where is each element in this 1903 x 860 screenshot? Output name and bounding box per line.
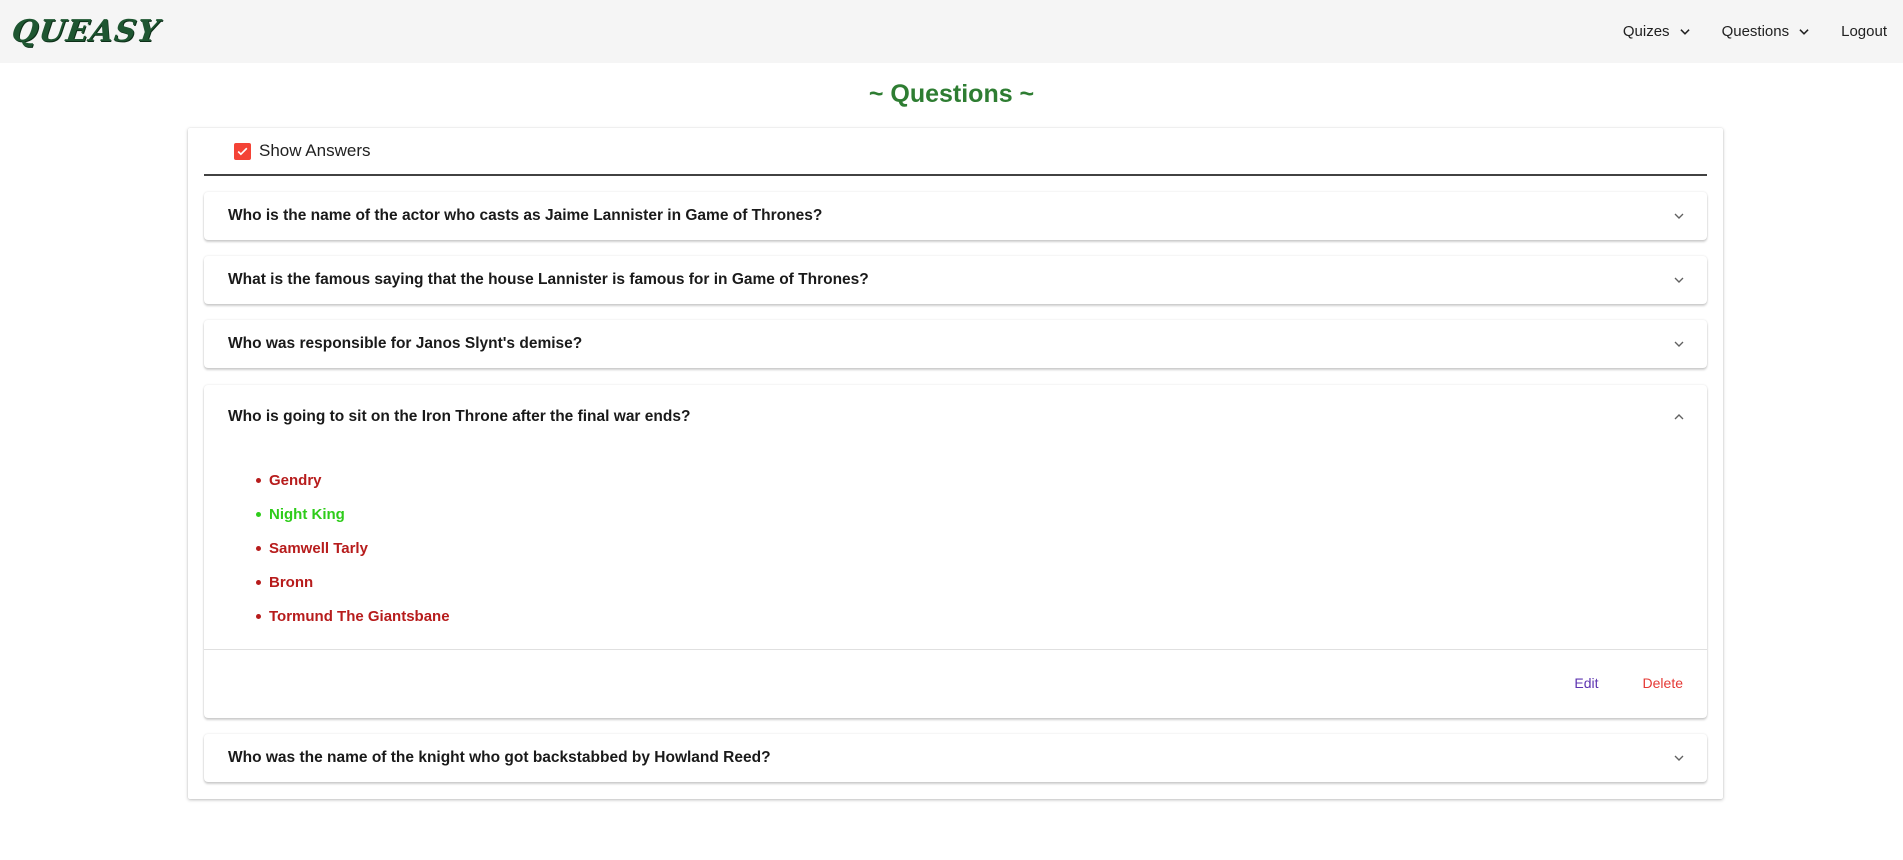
- top-app-bar: QUEASY Quizes Questions Logout: [0, 0, 1903, 63]
- nav-questions-label: Questions: [1721, 23, 1790, 40]
- answer-text: Gendry: [269, 471, 322, 489]
- nav-questions-menu[interactable]: Questions: [1722, 23, 1812, 40]
- question-panel[interactable]: Who was the name of the knight who got b…: [204, 734, 1707, 782]
- answer-text: Samwell Tarly: [269, 539, 368, 557]
- chevron-down-icon: [1671, 336, 1687, 352]
- answer-item: Tormund The Giantsbane: [256, 599, 1707, 633]
- nav-logout-link[interactable]: Logout: [1841, 23, 1887, 40]
- bullet-icon: [256, 613, 261, 619]
- bullet-icon: [256, 477, 261, 483]
- question-panel-expanded[interactable]: Who is going to sit on the Iron Throne a…: [204, 385, 1707, 718]
- chevron-down-icon: [1671, 208, 1687, 224]
- nav-quizes-label: Quizes: [1622, 23, 1670, 40]
- question-text: Who is going to sit on the Iron Throne a…: [228, 408, 691, 425]
- question-text: Who is the name of the actor who casts a…: [228, 207, 823, 224]
- question-text: What is the famous saying that the house…: [228, 271, 869, 288]
- question-panel[interactable]: What is the famous saying that the house…: [204, 256, 1707, 304]
- nav-quizes-menu[interactable]: Quizes: [1623, 23, 1692, 40]
- bullet-icon: [256, 545, 261, 551]
- answer-item: Bronn: [256, 565, 1707, 599]
- actions-divider: [204, 649, 1707, 650]
- answer-item: Gendry: [256, 463, 1707, 497]
- question-header[interactable]: Who was responsible for Janos Slynt's de…: [204, 320, 1707, 368]
- edit-button[interactable]: Edit: [1574, 675, 1598, 691]
- question-actions: Edit Delete: [1530, 675, 1683, 691]
- app-logo[interactable]: QUEASY: [10, 14, 162, 49]
- question-panel[interactable]: Who was responsible for Janos Slynt's de…: [204, 320, 1707, 368]
- question-header[interactable]: Who is going to sit on the Iron Throne a…: [204, 385, 1707, 449]
- answer-text: Tormund The Giantsbane: [269, 607, 450, 625]
- show-answers-checkbox[interactable]: [234, 142, 251, 160]
- answer-item: Samwell Tarly: [256, 531, 1707, 565]
- checkmark-icon: [237, 147, 248, 155]
- bullet-icon: [256, 579, 261, 585]
- main-nav: Quizes Questions Logout: [1593, 23, 1887, 40]
- chevron-down-icon: [1678, 25, 1692, 39]
- delete-button[interactable]: Delete: [1643, 675, 1683, 691]
- chevron-down-icon: [1671, 272, 1687, 288]
- page-title: ~ Questions ~: [868, 80, 1035, 108]
- chevron-down-icon: [1671, 750, 1687, 766]
- questions-card: Show Answers Who is the name of the acto…: [188, 128, 1723, 799]
- chevron-down-icon: [1797, 25, 1811, 39]
- show-answers-label: Show Answers: [259, 141, 371, 160]
- nav-logout-label: Logout: [1841, 23, 1887, 40]
- chevron-up-icon: [1671, 409, 1687, 425]
- answer-item-correct: Night King: [256, 497, 1707, 531]
- question-header[interactable]: Who was the name of the knight who got b…: [204, 734, 1707, 782]
- show-answers-toggle-row: Show Answers: [204, 128, 1707, 176]
- answer-text: Bronn: [269, 573, 314, 591]
- question-header[interactable]: Who is the name of the actor who casts a…: [204, 192, 1707, 240]
- question-text: Who was the name of the knight who got b…: [228, 749, 771, 766]
- question-text: Who was responsible for Janos Slynt's de…: [228, 335, 583, 352]
- question-panel[interactable]: Who is the name of the actor who casts a…: [204, 192, 1707, 240]
- answer-text: Night King: [269, 505, 345, 523]
- answer-list: Gendry Night King Samwell Tarly Bronn To…: [204, 449, 1707, 633]
- bullet-icon: [256, 511, 261, 517]
- question-header[interactable]: What is the famous saying that the house…: [204, 256, 1707, 304]
